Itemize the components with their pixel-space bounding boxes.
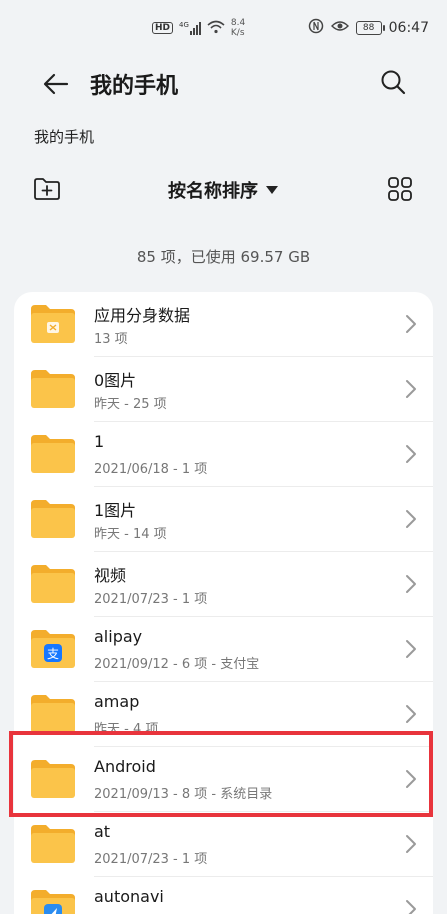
back-button[interactable]	[38, 66, 74, 102]
file-meta: 13 项	[94, 332, 128, 347]
nfc-icon	[308, 18, 324, 38]
autonavi-folder-icon	[31, 890, 75, 914]
status-bar: HD 4G 8.4 K/s 88 06:47	[0, 0, 447, 62]
file-list-item[interactable]: amap 昨天 - 4 项	[14, 682, 433, 747]
net-speed: 8.4 K/s	[231, 18, 245, 38]
file-name: 应用分身数据	[94, 306, 191, 325]
caret-down-icon	[266, 186, 278, 194]
breadcrumb[interactable]: 我的手机	[34, 126, 94, 147]
grid-view-button[interactable]	[383, 172, 417, 206]
file-name: 视频	[94, 566, 127, 585]
chevron-right-icon	[406, 835, 416, 853]
folder-icon	[31, 760, 75, 798]
chevron-right-icon	[406, 445, 416, 463]
net-speed-value: 8.4	[230, 18, 246, 28]
folder-icon	[31, 370, 75, 408]
folder-icon	[31, 500, 75, 538]
file-name: at	[94, 822, 111, 841]
app-clone-folder-icon	[31, 305, 75, 343]
file-name: autonavi	[94, 887, 164, 906]
file-list-item[interactable]: 1图片昨天 - 14 项	[14, 487, 433, 552]
search-icon	[381, 70, 406, 95]
arrow-left-icon	[43, 73, 69, 95]
file-list-item[interactable]: 1 2021/06/18 - 1 项	[14, 422, 433, 487]
chevron-right-icon	[406, 380, 416, 398]
net-speed-unit: K/s	[230, 28, 245, 38]
toolbar: 按名称排序	[0, 170, 447, 210]
alipay-folder-icon: 支	[31, 630, 75, 668]
file-list-item[interactable]: Android 2021/09/13 - 8 项 - 系统目录	[14, 747, 433, 812]
sort-label: 按名称排序	[168, 181, 258, 202]
folder-icon	[31, 565, 75, 603]
file-meta: 2021/09/13 - 8 项 - 系统目录	[94, 787, 273, 802]
file-name: 0图片	[94, 371, 137, 390]
chevron-right-icon	[406, 315, 416, 333]
status-right: 88 06:47	[308, 18, 429, 38]
file-name: Android	[94, 757, 156, 776]
hd-badge: HD	[152, 22, 174, 34]
chevron-right-icon	[406, 640, 416, 658]
file-meta: 2021/07/23 - 1 项	[94, 852, 208, 867]
file-list-item[interactable]: at 2021/07/23 - 1 项	[14, 812, 433, 877]
file-list-item[interactable]: 支 alipay 2021/09/12 - 6 项 - 支付宝	[14, 617, 433, 682]
clock: 06:47	[388, 20, 429, 36]
file-meta: 昨天 - 25 项	[94, 397, 167, 412]
chevron-right-icon	[406, 575, 416, 593]
battery-icon: 88	[355, 21, 385, 35]
chevron-right-icon	[406, 705, 416, 723]
storage-summary: 85 项，已使用 69.57 GB	[136, 248, 311, 266]
chevron-right-icon	[406, 770, 416, 788]
new-folder-button[interactable]	[30, 172, 64, 206]
status-indicators: HD 4G 8.4 K/s	[152, 18, 245, 38]
file-meta: 昨天 - 4 项	[94, 722, 159, 737]
file-list-item[interactable]: 视频 2021/07/23 - 1 项	[14, 552, 433, 617]
eye-icon	[330, 20, 349, 36]
new-folder-icon	[34, 178, 60, 200]
folder-icon	[31, 435, 75, 473]
folder-icon	[31, 825, 75, 863]
search-button[interactable]	[375, 64, 411, 100]
file-name: alipay	[94, 627, 143, 646]
file-meta: 昨天 - 14 项	[94, 527, 167, 542]
app-header: 我的手机	[0, 58, 447, 106]
sort-button[interactable]: 按名称排序	[168, 177, 278, 203]
chevron-right-icon	[406, 900, 416, 914]
file-list-item[interactable]: autonavi	[14, 877, 433, 914]
file-meta: 2021/06/18 - 1 项	[94, 462, 208, 477]
file-list: 应用分身数据 13 项 0图片 昨天 - 25 项 1 2021/06/18 - 1 项1…	[14, 292, 433, 914]
battery-level: 88	[362, 23, 375, 33]
net-type-label: 4G	[179, 20, 189, 29]
file-meta: 2021/07/23 - 1 项	[94, 592, 208, 607]
svg-text:支: 支	[47, 647, 59, 661]
file-meta: 2021/09/12 - 6 项 - 支付宝	[94, 657, 260, 672]
chevron-right-icon	[406, 510, 416, 528]
folder-icon	[31, 695, 75, 733]
file-list-item[interactable]: 应用分身数据 13 项	[14, 292, 433, 357]
signal-icon: 4G	[179, 20, 201, 35]
page-title: 我的手机	[90, 74, 179, 99]
file-name: 1图片	[94, 501, 137, 520]
grid-icon	[388, 177, 412, 201]
wifi-icon	[207, 20, 225, 37]
file-name: amap	[94, 692, 140, 711]
file-list-item[interactable]: 0图片昨天 - 25 项	[14, 357, 433, 422]
file-name: 1	[94, 432, 105, 451]
